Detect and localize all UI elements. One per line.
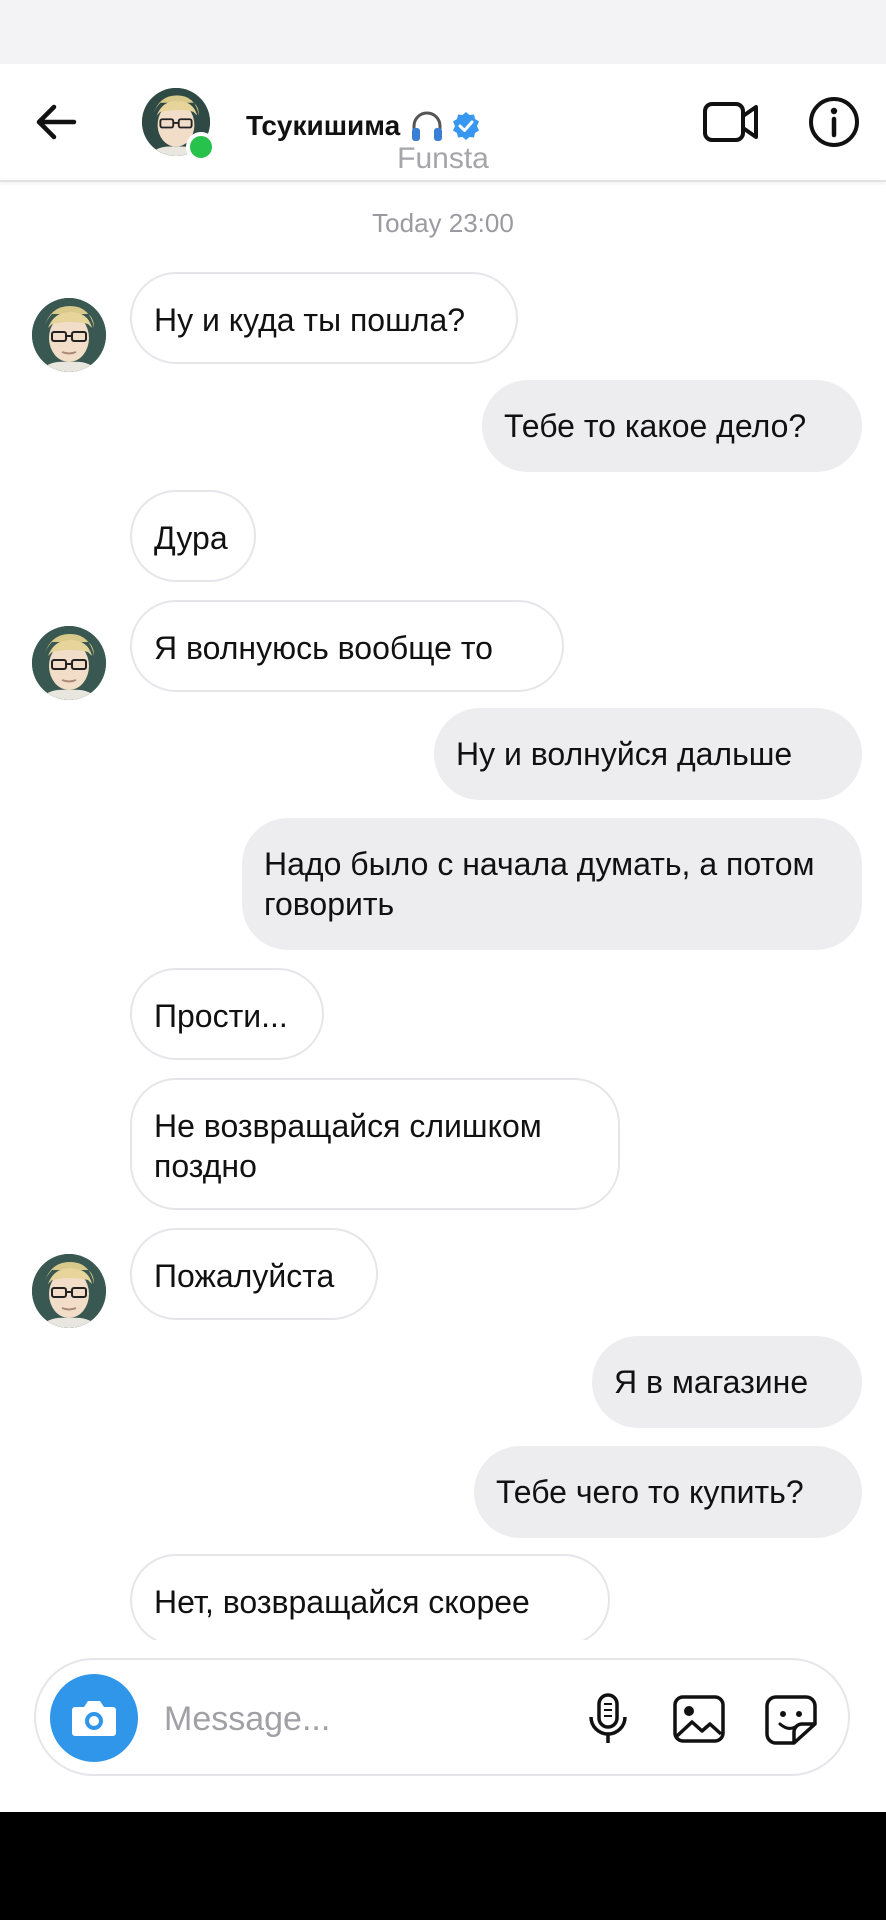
gallery-icon: [673, 1695, 725, 1743]
avatar-image: [32, 626, 106, 700]
message-bubble-outgoing[interactable]: Ну и волнуйся дальше: [434, 708, 862, 800]
verified-badge-icon: [453, 112, 480, 140]
message-bubble-outgoing[interactable]: Надо было с начала думать, а потом говор…: [242, 818, 862, 950]
camera-icon: [72, 1701, 116, 1736]
headphones-icon: [412, 111, 443, 141]
contact-avatar[interactable]: [32, 298, 106, 372]
contact-name: Тсукишима: [246, 110, 401, 141]
sticker-button[interactable]: [764, 1694, 818, 1746]
message-bubble-incoming[interactable]: Ну и куда ты пошла?: [130, 272, 518, 364]
back-button[interactable]: [30, 96, 82, 148]
voice-message-button[interactable]: [582, 1692, 634, 1746]
contact-avatar[interactable]: [32, 1254, 106, 1328]
video-call-icon: [703, 102, 758, 142]
chat-header: Тсукишима Funsta: [0, 64, 886, 182]
system-navigation-bar: [0, 1812, 886, 1920]
message-input[interactable]: [162, 1688, 466, 1750]
microphone-icon: [589, 1693, 627, 1743]
sticker-icon: [765, 1695, 817, 1745]
message-bubble-outgoing[interactable]: Тебе чего то купить?: [474, 1446, 862, 1538]
online-status-dot: [186, 132, 216, 162]
message-bubble-incoming[interactable]: Не возвращайся слишком поздно: [130, 1078, 620, 1210]
message-list[interactable]: Today 23:00 Ну и куда ты пошла? Тебе то …: [0, 0, 886, 1640]
gallery-button[interactable]: [672, 1694, 726, 1744]
contact-subtitle: Funsta: [397, 142, 489, 175]
message-composer: [34, 1658, 850, 1776]
message-bubble-incoming[interactable]: Прости...: [130, 968, 324, 1060]
message-bubble-outgoing[interactable]: Я в магазине: [592, 1336, 862, 1428]
message-bubble-incoming[interactable]: Пожалуйста: [130, 1228, 378, 1320]
contact-avatar-header[interactable]: [142, 88, 216, 162]
contact-avatar[interactable]: [32, 626, 106, 700]
avatar-image: [32, 298, 106, 372]
video-call-button[interactable]: [702, 94, 760, 150]
conversation-timestamp: Today 23:00: [372, 208, 514, 238]
message-bubble-outgoing[interactable]: Тебе то какое дело?: [482, 380, 862, 472]
info-icon: [809, 97, 859, 147]
message-bubble-incoming[interactable]: Я волнуюсь вообще то: [130, 600, 564, 692]
camera-button[interactable]: [50, 1674, 138, 1762]
back-arrow-icon: [36, 104, 77, 140]
message-bubble-incoming[interactable]: Нет, возвращайся скорее: [130, 1554, 610, 1640]
message-bubble-incoming[interactable]: Дура: [130, 490, 256, 582]
info-button[interactable]: [806, 94, 862, 150]
avatar-image: [32, 1254, 106, 1328]
contact-title-row[interactable]: Тсукишима: [246, 106, 482, 146]
